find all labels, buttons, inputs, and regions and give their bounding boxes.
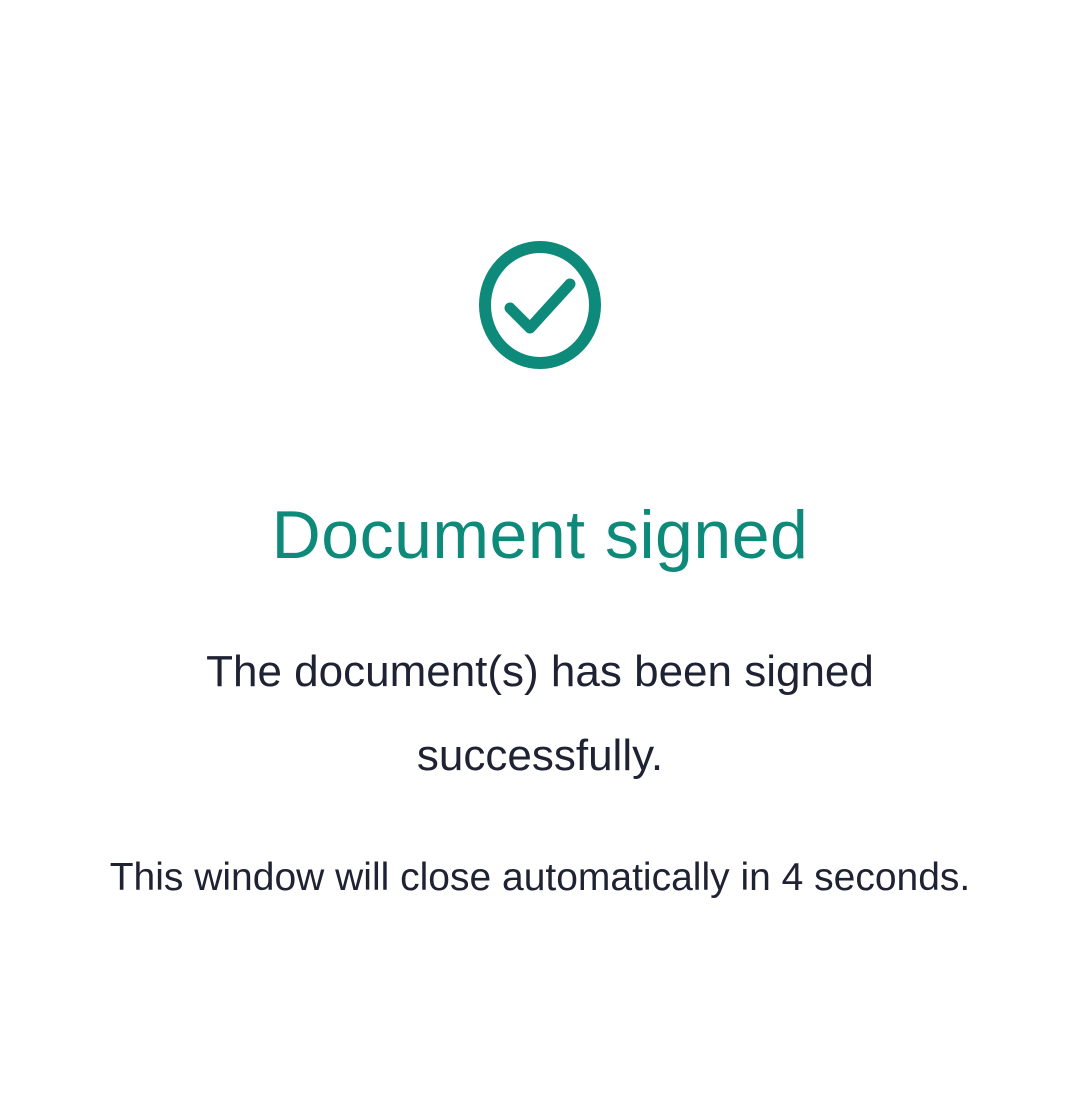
signing-success-panel: Document signed The document(s) has been… <box>0 0 1080 1113</box>
check-circle-icon <box>478 240 602 370</box>
auto-close-countdown: This window will close automatically in … <box>109 856 971 899</box>
success-message: The document(s) has been signed successf… <box>206 647 874 780</box>
page-title: Document signed <box>271 497 809 573</box>
